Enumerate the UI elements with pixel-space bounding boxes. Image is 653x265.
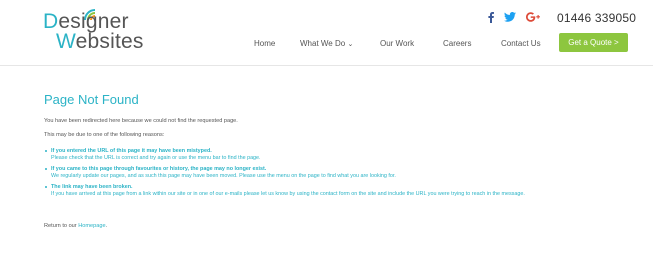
phone-number[interactable]: 01446 339050	[557, 11, 636, 25]
nav-item-our-work[interactable]: Our Work	[380, 37, 414, 51]
reason-desc: Please check that the URL is correct and…	[51, 154, 261, 161]
intro-text: You have been redirected here because we…	[44, 118, 238, 124]
get-a-quote-button[interactable]: Get a Quote >	[559, 33, 628, 52]
site-header: Designer Websites 01446 339050 Home What…	[0, 0, 653, 66]
reasons-intro: This may be due to one of the following …	[44, 132, 165, 138]
list-item: If you entered the URL of this page it m…	[44, 148, 634, 161]
list-item: If you came to this page through favouri…	[44, 166, 634, 179]
reasons-list: If you entered the URL of this page it m…	[44, 148, 634, 202]
list-item: The link may have been broken. If you ha…	[44, 184, 634, 197]
google-plus-icon[interactable]	[526, 10, 541, 24]
return-prefix: Return to our	[44, 223, 79, 229]
main-nav: Home What We Do ⌄ Our Work Careers Conta…	[0, 37, 653, 51]
reason-desc: If you have arrived at this page from a …	[51, 190, 525, 197]
nav-item-what-we-do[interactable]: What We Do ⌄	[300, 37, 353, 52]
twitter-icon[interactable]	[504, 10, 516, 24]
nav-item-what-we-do-label: What We Do	[300, 39, 346, 48]
nav-item-careers[interactable]: Careers	[443, 37, 471, 51]
reason-desc: We regularly update our pages, and as su…	[51, 172, 396, 179]
main-content: Page Not Found You have been redirected …	[44, 92, 634, 229]
facebook-icon[interactable]	[488, 10, 494, 24]
nav-item-home[interactable]: Home	[254, 37, 275, 51]
nav-item-contact-us[interactable]: Contact Us	[501, 37, 541, 51]
homepage-link[interactable]: Homepage	[78, 223, 105, 229]
chevron-down-icon: ⌄	[347, 41, 354, 48]
page-title: Page Not Found	[44, 92, 139, 107]
return-suffix: .	[105, 223, 108, 229]
return-text: Return to our Homepage.	[44, 223, 107, 230]
social-links	[488, 10, 541, 24]
